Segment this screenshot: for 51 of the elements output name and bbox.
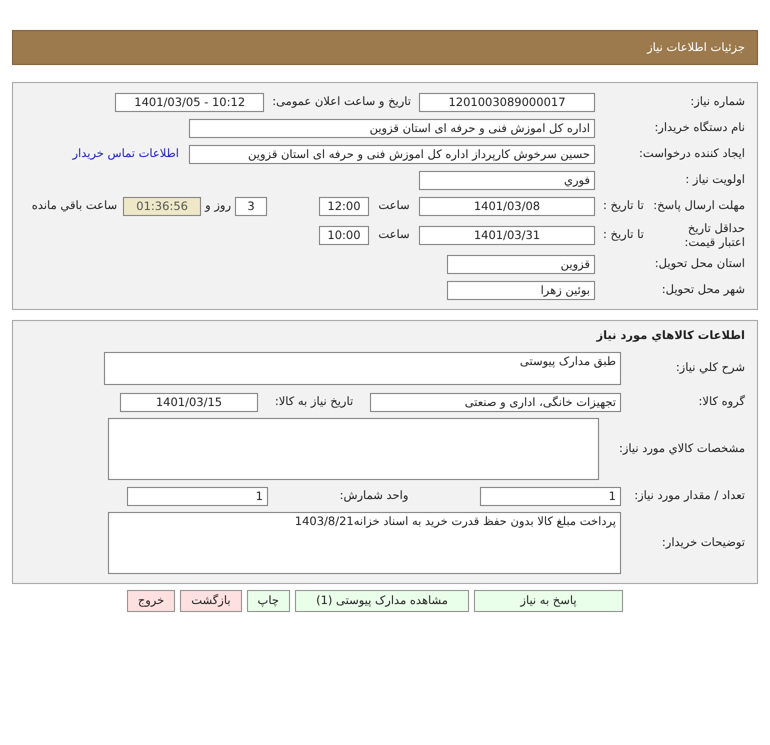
input-field[interactable]: اداره کل اموزش فنی و حرفه ای استان قزوین: [189, 118, 595, 138]
field-label: گروه کالا:: [698, 394, 745, 408]
field-label: مهلت ارسال پاسخ:: [653, 197, 745, 214]
notes-field[interactable]: پرداخت مبلغ کالا بدون حفظ قدرت خرید به اسناد خزانه1403/8/21: [108, 512, 621, 574]
input-field[interactable]: 12:00: [319, 196, 369, 216]
field-label: حداقل تاریخ اعتبار قیمت:: [684, 221, 745, 249]
section-title: اطلاعات کالاهاي مورد نیاز: [596, 328, 745, 342]
input-field[interactable]: 1401/03/31: [419, 226, 595, 244]
field-label: ایجاد کننده درخواست:: [639, 146, 745, 160]
page-title: جزئیات اطلاعات نیاز: [647, 38, 745, 56]
buyer-contact-link[interactable]: اطلاعات تماس خریدار: [72, 145, 179, 163]
field-label: ساعت: [378, 226, 410, 244]
field-label: تاریخ نیاز به کالا:: [274, 393, 354, 410]
countdown-field[interactable]: 01:36:56: [123, 196, 202, 216]
input-field[interactable]: حسین سرخوش کارپرداز اداره کل اموزش فنی و حرفه ای استان قزوین: [189, 144, 595, 164]
field-label: شماره نیاز:: [690, 94, 745, 108]
input-field[interactable]: فوري: [419, 170, 595, 190]
input-field[interactable]: 1401/03/08: [419, 196, 595, 216]
field-label: مشخصات کالاي مورد نیاز:: [618, 441, 745, 456]
field-label: استان محل تحویل:: [654, 256, 745, 270]
action-button[interactable]: بازگشت: [180, 590, 242, 612]
field-label: ساعت باقي مانده: [32, 197, 118, 214]
input-field[interactable]: تجهیزات خانگی، اداری و صنعتی: [370, 392, 621, 412]
action-button[interactable]: پاسخ به نیاز: [474, 590, 623, 612]
input-field[interactable]: 1: [480, 486, 621, 506]
field-label: تاریخ و ساعت اعلان عمومی:: [272, 93, 411, 110]
input-field[interactable]: قزوین: [447, 254, 595, 274]
field-label: تعداد / مقدار مورد نیاز:: [634, 488, 745, 502]
input-field[interactable]: 1401/03/05 - 10:12: [115, 92, 264, 112]
input-field[interactable]: 3: [235, 196, 267, 216]
field-label: روز و: [205, 197, 231, 214]
action-button[interactable]: خروج: [126, 590, 176, 612]
field-label: اولویت نیاز :: [685, 172, 745, 186]
input-field[interactable]: 1401/03/15: [120, 392, 258, 412]
input-field[interactable]: 1201003089000017: [419, 92, 595, 112]
field-label: توضیحات خریدار:: [662, 535, 745, 550]
field-label: واحد شمارش:: [340, 487, 408, 504]
input-field[interactable]: 1: [127, 486, 268, 506]
action-button[interactable]: چاپ: [246, 590, 290, 612]
field-label: شرح کلي نیاز:: [676, 360, 745, 374]
field-label: نام دستگاه خریدار:: [654, 120, 745, 134]
field-label: ساعت: [378, 197, 410, 214]
action-button[interactable]: مشاهده مدارک پیوستی (1): [295, 590, 469, 612]
field-label: تا تاریخ :: [603, 226, 644, 244]
notes-text: پرداخت مبلغ کالا بدون حفظ قدرت خرید به اسناد خزانه1403/8/21: [294, 514, 616, 528]
field-label: تا تاریخ :: [603, 197, 644, 214]
input-field[interactable]: طبق مدارک پیوستی: [104, 352, 621, 384]
input-field[interactable]: 10:00: [319, 226, 369, 244]
field-label: شهر محل تحویل:: [662, 282, 745, 296]
input-field[interactable]: [108, 418, 599, 480]
input-field[interactable]: بوئین زهرا: [447, 280, 595, 300]
